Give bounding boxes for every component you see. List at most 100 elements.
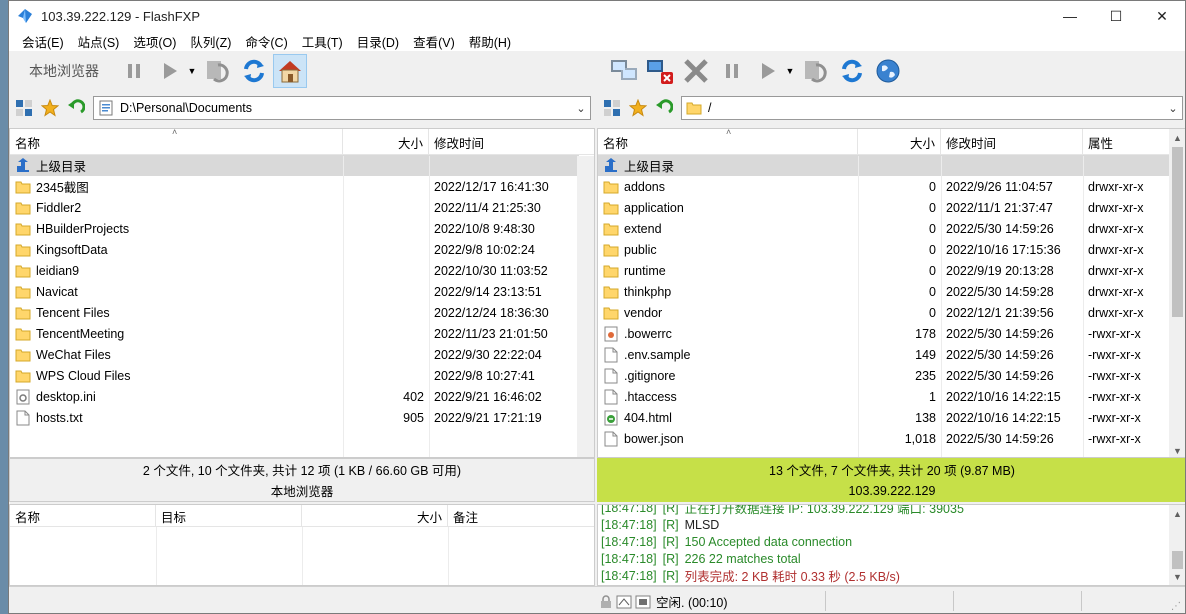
table-row[interactable]: addons 0 2022/9/26 11:04:57 drwxr-xr-x <box>598 176 1185 197</box>
connect-button[interactable] <box>607 54 641 88</box>
folder-icon <box>603 181 619 193</box>
disconnect-button[interactable] <box>643 54 677 88</box>
local-browser-label[interactable]: 本地浏览器 <box>29 61 99 81</box>
table-row[interactable]: public 0 2022/10/16 17:15:36 drwxr-xr-x <box>598 239 1185 260</box>
refresh-queue-button[interactable] <box>201 54 235 88</box>
col-header-size[interactable]: 大小 <box>343 129 429 155</box>
table-row[interactable]: KingsoftData 2022/9/8 10:02:24 <box>10 239 594 260</box>
file-modified: 2022/5/30 14:59:26 <box>946 326 1054 341</box>
transfer-mode-icon <box>635 595 651 608</box>
table-row[interactable]: hosts.txt 905 2022/9/21 17:21:19 <box>10 407 594 428</box>
remote-scrollbar[interactable]: ▲ ▼ <box>1169 129 1185 457</box>
menu-item[interactable]: 命令(C) <box>238 32 294 51</box>
scroll-down-arrow[interactable]: ▼ <box>1169 442 1185 457</box>
remote-refresh-button[interactable] <box>835 54 869 88</box>
remote-pause-button[interactable] <box>715 54 749 88</box>
file-name: HBuilderProjects <box>10 218 343 239</box>
remote-favorites-button[interactable] <box>627 97 649 119</box>
local-compare-button[interactable] <box>13 97 35 119</box>
table-row[interactable]: TencentMeeting 2022/11/23 21:01:50 <box>10 323 594 344</box>
file-name-text: desktop.ini <box>36 389 96 404</box>
abort-button[interactable] <box>679 54 713 88</box>
refresh-button[interactable] <box>237 54 271 88</box>
transfer-dropdown[interactable]: ▼ <box>187 54 197 88</box>
menu-item[interactable]: 查看(V) <box>406 32 462 51</box>
local-scrollbar[interactable] <box>577 156 594 457</box>
table-row[interactable]: 404.html 138 2022/10/16 14:22:15 -rwxr-xr-x <box>598 407 1185 428</box>
menu-item[interactable]: 选项(O) <box>126 32 183 51</box>
remote-path-combobox[interactable]: / ⌄ <box>681 96 1183 120</box>
play-icon <box>164 63 177 79</box>
table-row[interactable]: desktop.ini 402 2022/9/21 16:46:02 <box>10 386 594 407</box>
queue-col-target[interactable]: 目标 <box>156 505 302 527</box>
chevron-down-icon[interactable]: ⌄ <box>1164 102 1182 115</box>
table-row[interactable]: application 0 2022/11/1 21:37:47 drwxr-xr-x <box>598 197 1185 218</box>
table-row[interactable]: HBuilderProjects 2022/10/8 9:48:30 <box>10 218 594 239</box>
table-row[interactable]: WPS Cloud Files 2022/9/8 10:27:41 <box>10 365 594 386</box>
table-row[interactable]: bower.json 1,018 2022/5/30 14:59:26 -rwxr-x… <box>598 428 1185 449</box>
file-name-text: .htaccess <box>624 389 677 404</box>
table-row[interactable]: WeChat Files 2022/9/30 22:22:04 <box>10 344 594 365</box>
scroll-up-arrow[interactable]: ▲ <box>1169 129 1185 146</box>
table-row[interactable]: 2345截图 2022/12/17 16:41:30 <box>10 176 594 197</box>
menu-item[interactable]: 站点(S) <box>71 32 127 51</box>
maximize-button[interactable]: ☐ <box>1093 1 1139 31</box>
folder-icon <box>603 286 619 298</box>
col-header-modified[interactable]: 修改时间 <box>429 129 579 155</box>
remote-compare-button[interactable] <box>601 97 623 119</box>
table-row[interactable]: .bowerrc 178 2022/5/30 14:59:26 -rwxr-xr-x <box>598 323 1185 344</box>
col-header-modified[interactable]: 修改时间 <box>941 129 1083 155</box>
log-timestamp: [18:47:18] <box>601 517 657 532</box>
scroll-thumb[interactable] <box>1172 551 1183 569</box>
col-header-attributes[interactable]: 属性 <box>1083 129 1171 155</box>
remote-up-button[interactable] <box>653 97 675 119</box>
local-up-button[interactable] <box>65 97 87 119</box>
table-row[interactable]: Navicat 2022/9/14 23:13:51 <box>10 281 594 302</box>
file-size: 138 <box>915 410 936 425</box>
parent-directory-row[interactable]: 上级目录 <box>10 155 579 176</box>
chevron-down-icon[interactable]: ⌄ <box>572 102 590 115</box>
table-row[interactable]: .htaccess 1 2022/10/16 14:22:15 -rwxr-xr-x <box>598 386 1185 407</box>
remote-transfer-button[interactable] <box>751 54 785 88</box>
queue-col-name[interactable]: 名称 <box>10 505 156 527</box>
local-favorites-button[interactable] <box>39 97 61 119</box>
menu-item[interactable]: 工具(T) <box>295 32 350 51</box>
table-row[interactable]: leidian9 2022/10/30 11:03:52 <box>10 260 594 281</box>
log-scrollbar[interactable]: ▲ ▼ <box>1169 505 1185 585</box>
file-name: public <box>598 239 858 260</box>
resize-grip[interactable]: ⋰ <box>1171 601 1181 612</box>
menu-item[interactable]: 队列(Z) <box>183 32 238 51</box>
table-row[interactable]: Tencent Files 2022/12/24 18:36:30 <box>10 302 594 323</box>
file-attributes: drwxr-xr-x <box>1088 284 1144 299</box>
table-row[interactable]: runtime 0 2022/9/19 20:13:28 drwxr-xr-x <box>598 260 1185 281</box>
table-row[interactable]: vendor 0 2022/12/1 21:39:56 drwxr-xr-x <box>598 302 1185 323</box>
queue-col-note[interactable]: 备注 <box>448 505 594 527</box>
transfer-button[interactable] <box>153 54 187 88</box>
menu-item[interactable]: 会话(E) <box>15 32 71 51</box>
queue-col-size[interactable]: 大小 <box>302 505 448 527</box>
col-header-size[interactable]: 大小 <box>858 129 941 155</box>
scroll-down-arrow[interactable]: ▼ <box>1169 568 1185 585</box>
scroll-up-arrow[interactable]: ▲ <box>1169 505 1185 522</box>
pause-button[interactable] <box>117 54 151 88</box>
table-row[interactable]: .gitignore 235 2022/5/30 14:59:26 -rwxr-xr-… <box>598 365 1185 386</box>
table-row[interactable]: Fiddler2 2022/11/4 21:25:30 <box>10 197 594 218</box>
minimize-button[interactable]: — <box>1047 1 1093 31</box>
file-name-text: .env.sample <box>624 347 691 362</box>
table-row[interactable]: extend 0 2022/5/30 14:59:26 drwxr-xr-x <box>598 218 1185 239</box>
menu-item[interactable]: 目录(D) <box>350 32 406 51</box>
file-size: 0 <box>929 221 936 236</box>
table-row[interactable]: .env.sample 149 2022/5/30 14:59:26 -rwxr-xr… <box>598 344 1185 365</box>
close-button[interactable]: ✕ <box>1139 1 1185 31</box>
remote-refresh-queue-button[interactable] <box>799 54 833 88</box>
remote-transfer-dropdown[interactable]: ▼ <box>785 54 795 88</box>
scroll-thumb[interactable] <box>1172 147 1183 317</box>
remote-path-text[interactable]: / <box>708 101 1164 115</box>
table-row[interactable]: thinkphp 0 2022/5/30 14:59:28 drwxr-xr-x <box>598 281 1185 302</box>
local-path-text[interactable]: D:\Personal\Documents <box>120 101 572 115</box>
local-path-combobox[interactable]: D:\Personal\Documents ⌄ <box>93 96 591 120</box>
menu-item[interactable]: 帮助(H) <box>462 32 518 51</box>
home-button[interactable] <box>273 54 307 88</box>
file-name-text: 2345截图 <box>36 181 89 195</box>
remote-home-button[interactable] <box>871 54 905 88</box>
